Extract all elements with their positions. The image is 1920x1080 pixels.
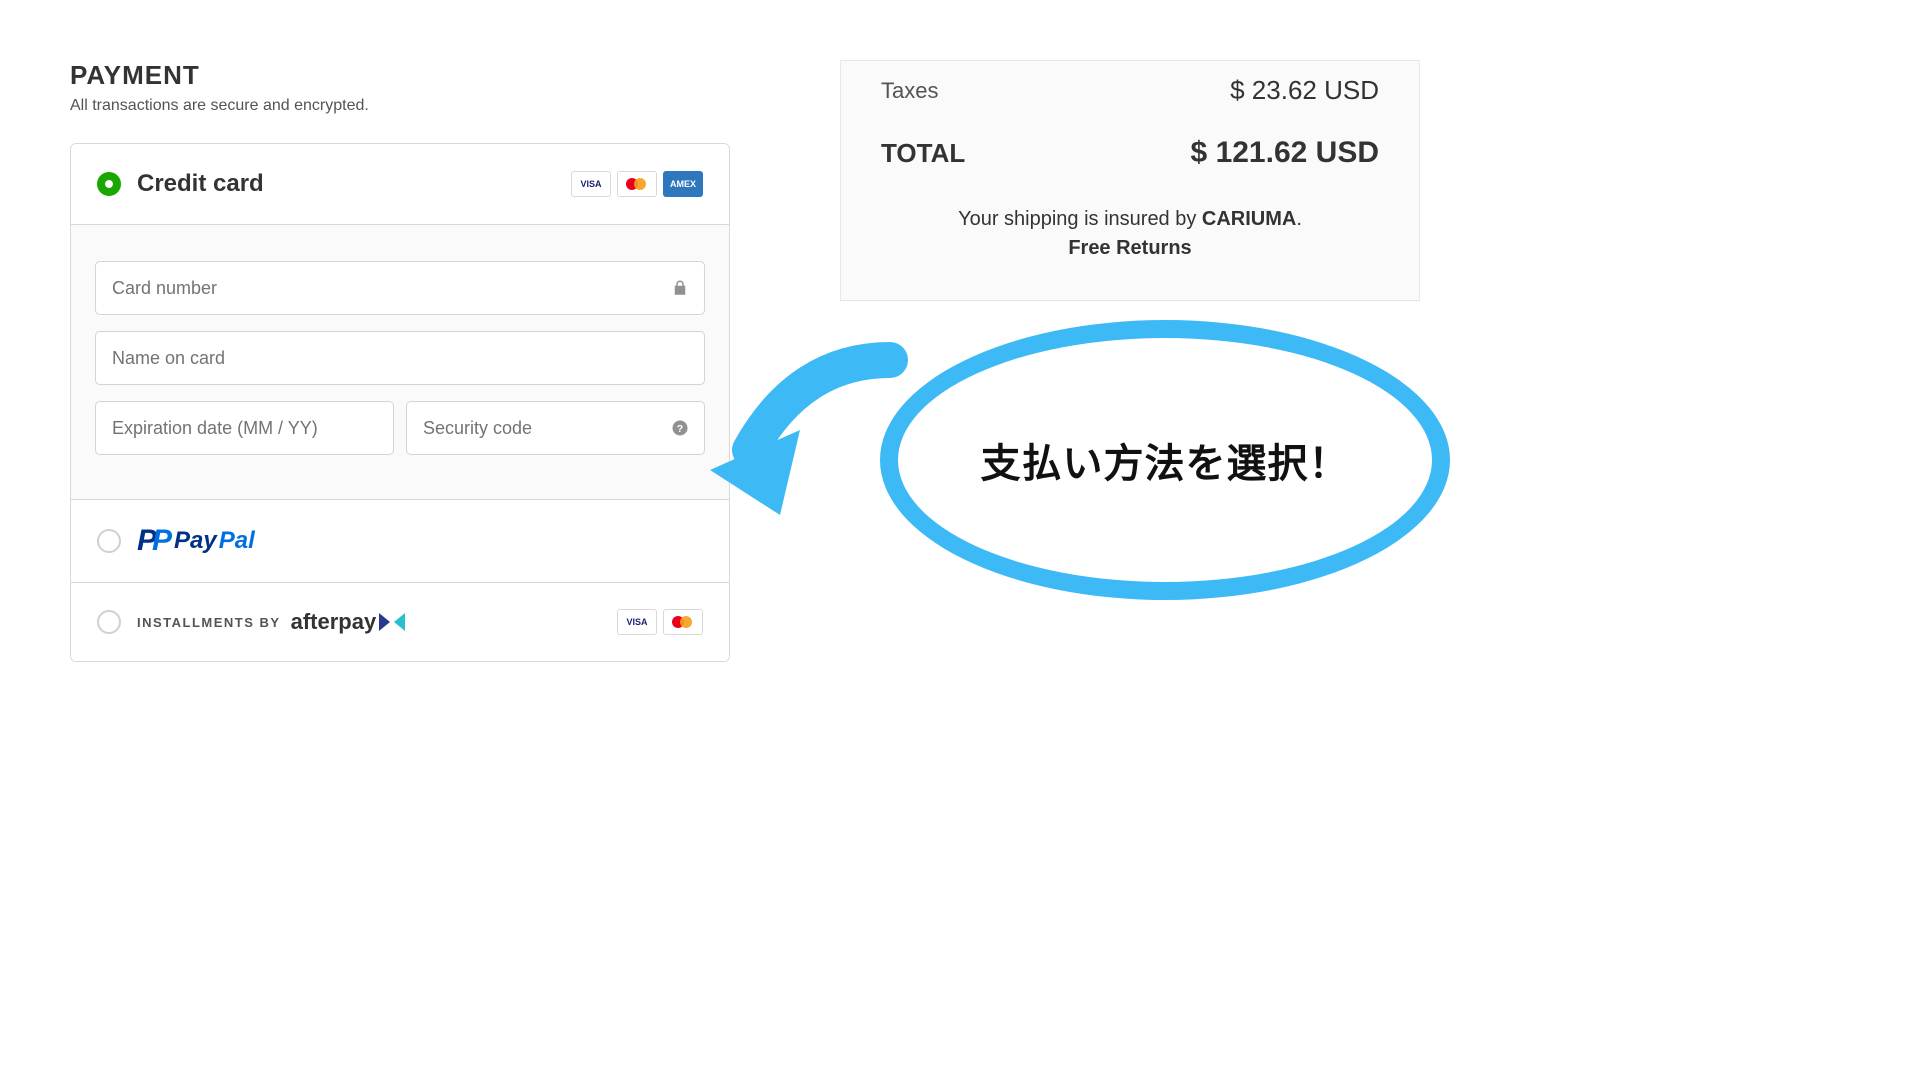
- taxes-row: Taxes $ 23.62 USD: [881, 61, 1379, 120]
- payment-methods-box: Credit card VISA AMEX: [70, 143, 730, 662]
- creditcard-label: Credit card: [137, 170, 264, 198]
- afterpay-logo: afterpay: [291, 609, 408, 635]
- taxes-value: $ 23.62 USD: [1230, 75, 1379, 106]
- mastercard-icon: [663, 609, 703, 635]
- expiry-field-wrap: [95, 401, 394, 455]
- paypal-logo: PP PayPal: [137, 526, 255, 556]
- security-code-field-wrap: ?: [406, 401, 705, 455]
- name-on-card-input[interactable]: [95, 331, 705, 385]
- card-number-input[interactable]: [95, 261, 705, 315]
- summary-box: Taxes $ 23.62 USD TOTAL $ 121.62 USD You…: [840, 60, 1420, 301]
- visa-icon: VISA: [571, 171, 611, 197]
- shipping-brand: CARIUMA: [1202, 208, 1296, 230]
- lock-icon: [671, 279, 689, 297]
- afterpay-logo-wrap: INSTALLMENTS BY afterpay: [137, 609, 407, 635]
- afterpay-mark-icon: [379, 611, 407, 633]
- help-icon[interactable]: ?: [671, 419, 689, 437]
- payment-option-creditcard[interactable]: Credit card VISA AMEX: [71, 144, 729, 224]
- radio-paypal[interactable]: [97, 529, 121, 553]
- radio-creditcard[interactable]: [97, 172, 121, 196]
- radio-afterpay[interactable]: [97, 610, 121, 634]
- total-row: TOTAL $ 121.62 USD: [881, 120, 1379, 184]
- installments-label: INSTALLMENTS BY: [137, 615, 281, 630]
- annotation-callout: 支払い方法を選択！: [720, 320, 1420, 620]
- creditcard-fields: ?: [71, 224, 729, 499]
- callout-bubble: 支払い方法を選択！: [880, 320, 1450, 600]
- taxes-label: Taxes: [881, 78, 938, 104]
- payment-option-afterpay[interactable]: INSTALLMENTS BY afterpay VISA: [71, 582, 729, 661]
- visa-icon: VISA: [617, 609, 657, 635]
- payment-section: PAYMENT All transactions are secure and …: [70, 60, 730, 1020]
- mastercard-icon: [617, 171, 657, 197]
- total-label: TOTAL: [881, 138, 965, 169]
- security-code-input[interactable]: [406, 401, 705, 455]
- payment-title: PAYMENT: [70, 60, 730, 91]
- total-value: $ 121.62 USD: [1191, 136, 1379, 170]
- name-on-card-field-wrap: [95, 331, 705, 385]
- callout-text: 支払い方法を選択！: [981, 431, 1350, 489]
- payment-subtitle: All transactions are secure and encrypte…: [70, 97, 730, 115]
- shipping-note: Your shipping is insured by CARIUMA.: [881, 208, 1379, 231]
- amex-icon: AMEX: [663, 171, 703, 197]
- svg-text:?: ?: [677, 423, 683, 435]
- afterpay-accepted-icons: VISA: [617, 609, 703, 635]
- creditcard-accepted-icons: VISA AMEX: [571, 171, 703, 197]
- order-summary-section: Taxes $ 23.62 USD TOTAL $ 121.62 USD You…: [840, 60, 1420, 1020]
- card-number-field-wrap: [95, 261, 705, 315]
- payment-option-paypal[interactable]: PP PayPal: [71, 499, 729, 582]
- free-returns-label: Free Returns: [881, 237, 1379, 260]
- expiry-input[interactable]: [95, 401, 394, 455]
